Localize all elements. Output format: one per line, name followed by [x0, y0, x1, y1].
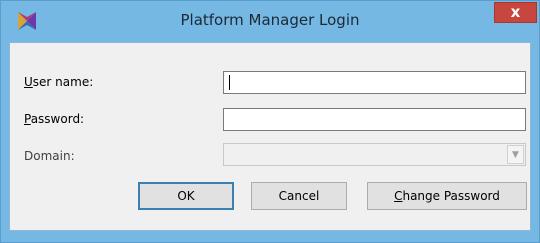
username-label: User name:: [24, 75, 94, 89]
window-title: Platform Manager Login: [180, 11, 360, 29]
title-bar[interactable]: Platform Manager Login x: [1, 1, 539, 42]
ok-button[interactable]: OK: [138, 182, 234, 210]
cancel-button[interactable]: Cancel: [251, 182, 347, 210]
chevron-down-icon[interactable]: ▼: [507, 145, 524, 164]
close-button[interactable]: x: [494, 2, 537, 23]
username-input[interactable]: [223, 71, 526, 94]
dialog-body: User name: Password: Domain: ▼ OK Cancel…: [9, 42, 531, 231]
text-caret: [229, 75, 230, 90]
password-input[interactable]: [223, 108, 526, 131]
close-icon: x: [510, 3, 521, 21]
login-dialog: Platform Manager Login x User name: Pass…: [0, 0, 540, 243]
domain-select[interactable]: ▼: [223, 143, 526, 166]
password-label: Password:: [24, 112, 85, 126]
change-password-button[interactable]: Change Password: [367, 182, 527, 210]
domain-label: Domain:: [24, 149, 75, 163]
